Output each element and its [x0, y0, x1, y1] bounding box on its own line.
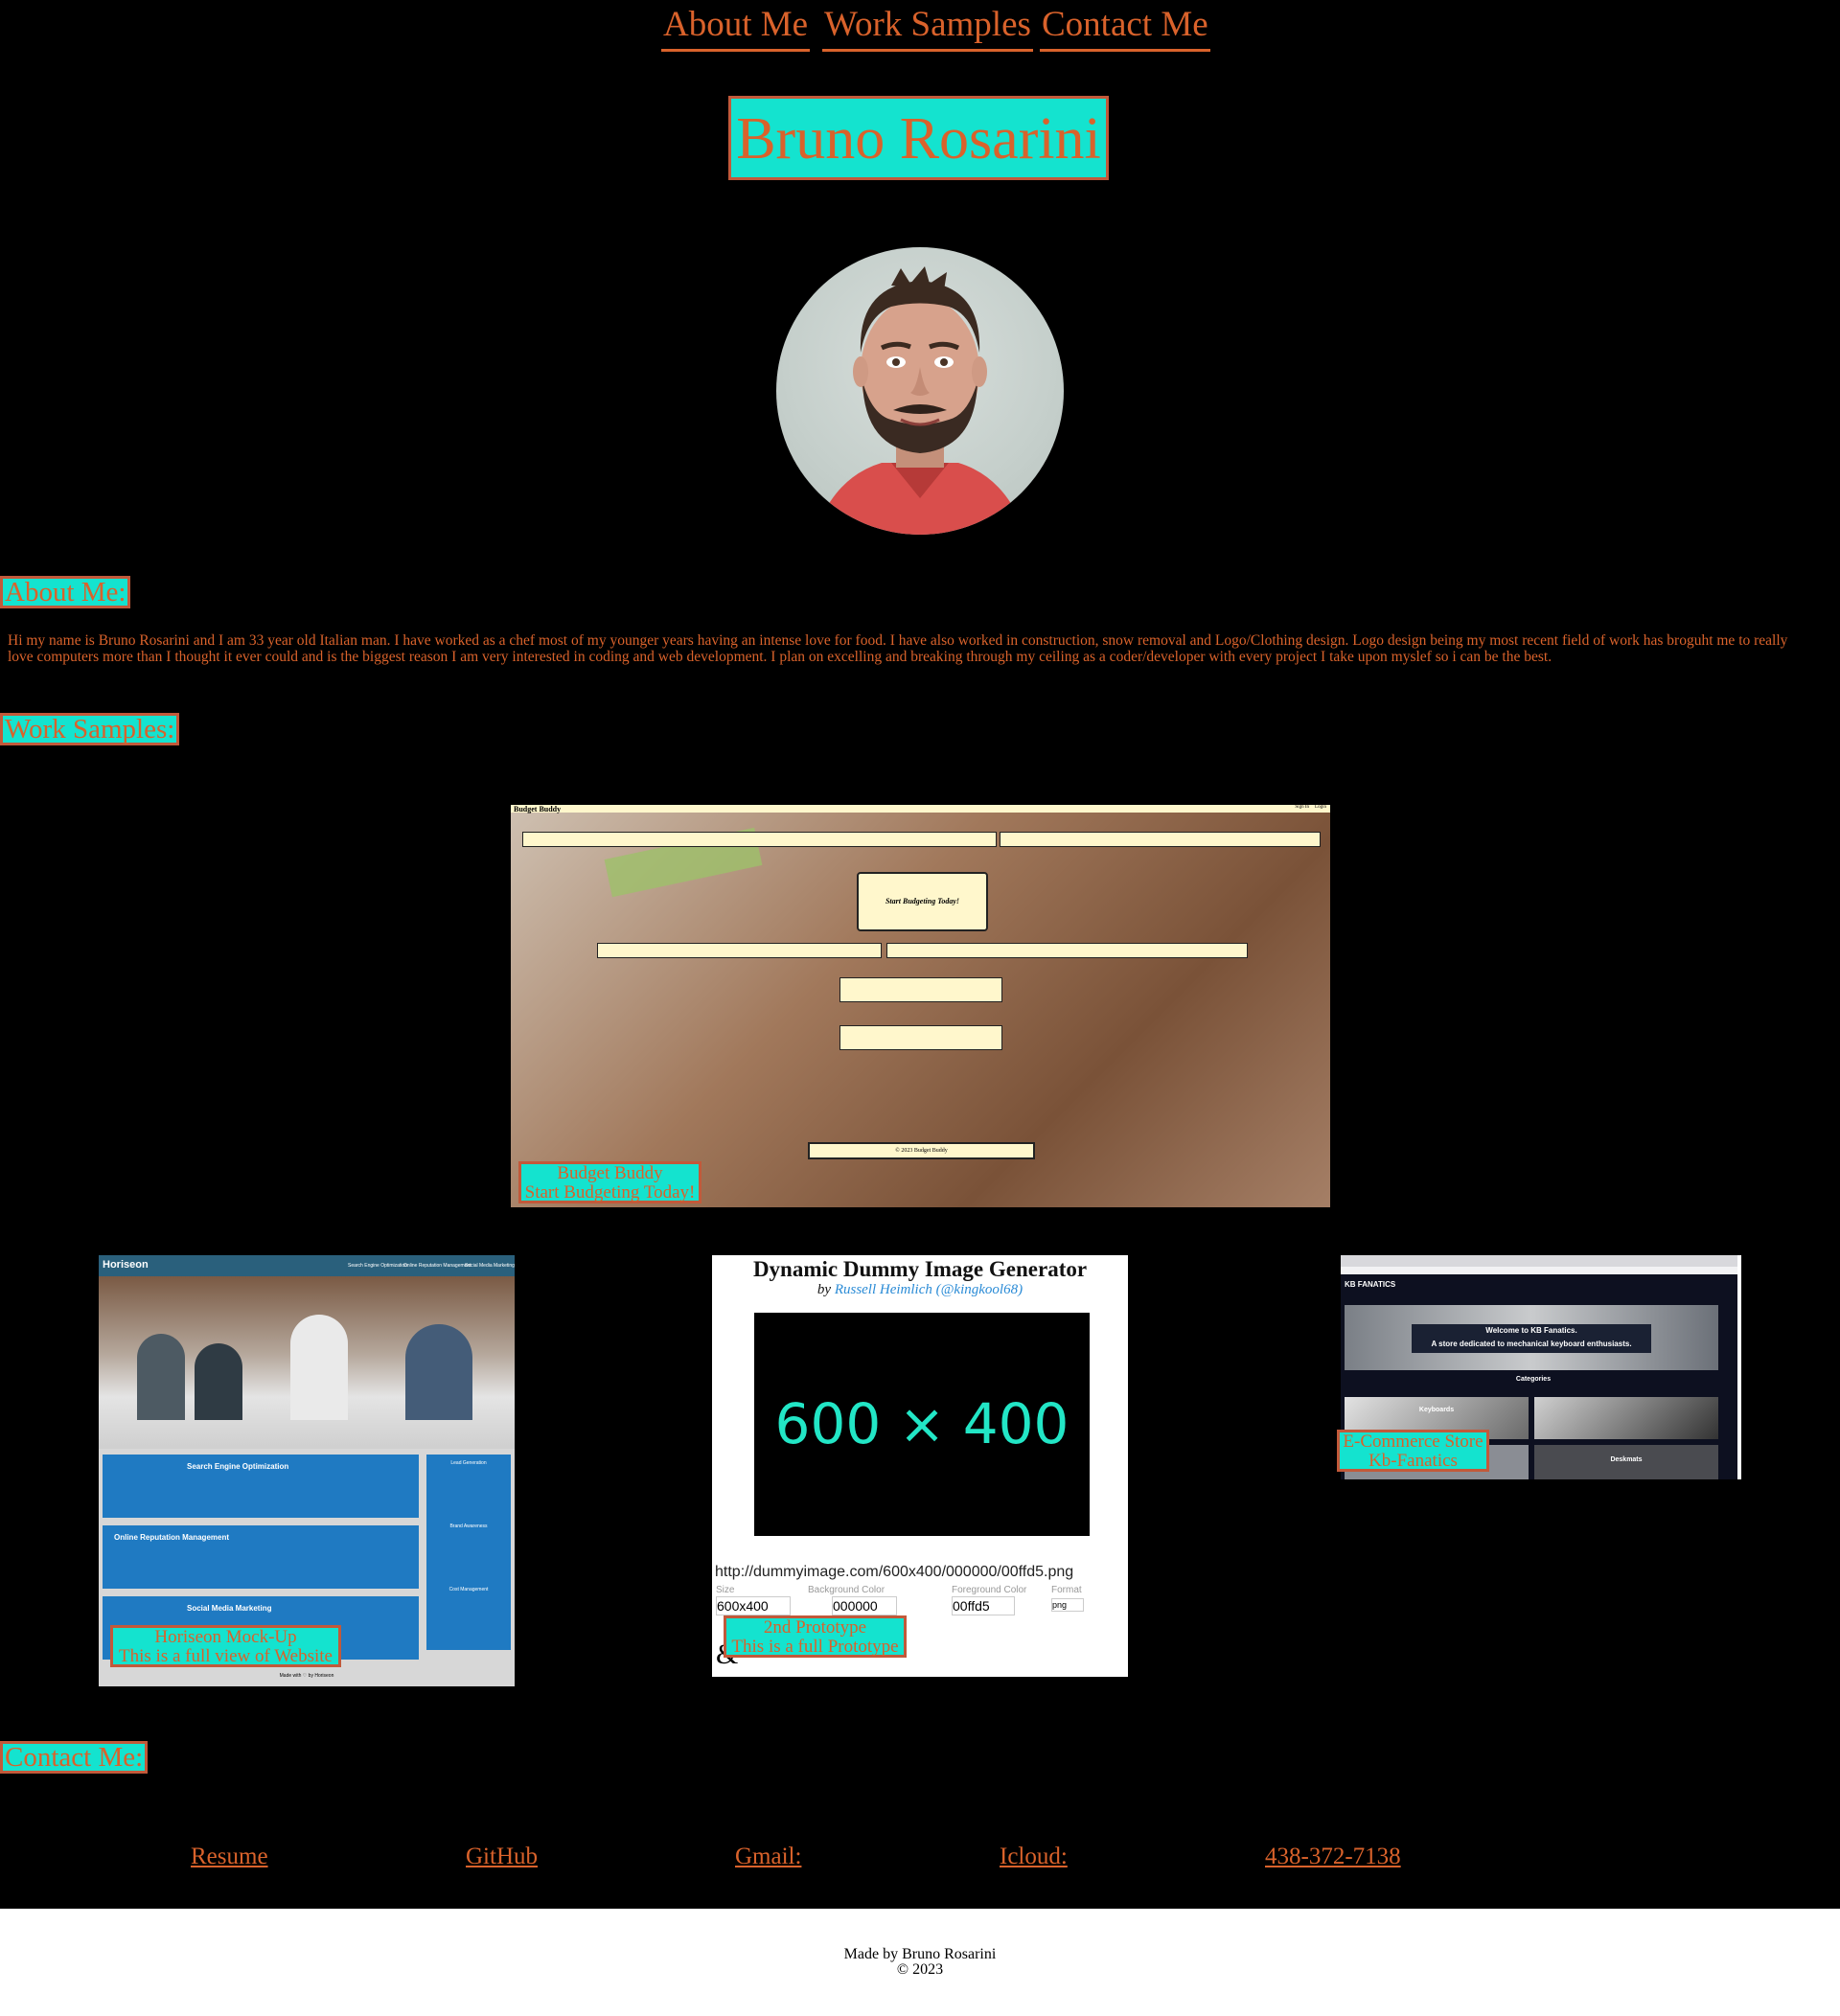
dummy-byline: by Russell Heimlich (@kingkool68): [816, 1282, 1024, 1297]
resume-link[interactable]: Resume: [191, 1844, 268, 1870]
horiseon-nav-3: Social Media Marketing: [465, 1263, 515, 1269]
kb-browser-tabs: [1325, 1255, 1741, 1267]
profile-photo-drawing: [815, 266, 1025, 535]
dummy-preview-image: 600 × 400: [754, 1313, 1090, 1536]
budget-caption-title: Budget Buddy: [557, 1163, 663, 1183]
horiseon-sidebar: Lead Generation Brand Awareness Cost Man…: [426, 1455, 511, 1650]
kb-caption-title: E-Commerce Store: [1343, 1432, 1484, 1452]
budget-box-2: [1000, 832, 1321, 847]
work-heading: Work Samples:: [0, 713, 180, 745]
profile-photo: [776, 247, 1064, 535]
budget-box-5: [840, 977, 1002, 1002]
footer-copyright: © 2023: [896, 1961, 944, 1978]
horiseon-nav-2: Online Reputation Management: [403, 1263, 472, 1269]
dummy-url: http://dummyimage.com/600x400/000000/00f…: [715, 1564, 1074, 1580]
budget-box-3: [597, 943, 882, 958]
kb-categories-title: Categories: [1515, 1376, 1552, 1383]
budget-signin: Sign In: [1295, 805, 1309, 810]
about-heading: About Me:: [0, 576, 131, 608]
kb-browser-url: [1325, 1267, 1741, 1274]
kb-fanatics-card[interactable]: KB FANATICS Welcome to KB Fanatics. A st…: [1325, 1255, 1741, 1479]
budget-buddy-card[interactable]: Budget Buddy Sign In Login Start Budgeti…: [511, 805, 1330, 1207]
kb-logo: KB FANATICS: [1345, 1280, 1396, 1289]
horiseon-section-2: Online Reputation Management: [103, 1525, 419, 1589]
github-link[interactable]: GitHub: [466, 1844, 538, 1870]
dummy-fg-input[interactable]: 00ffd5: [952, 1596, 1015, 1615]
budget-caption: Budget Buddy Start Budgeting Today!: [518, 1161, 702, 1203]
budget-brand: Budget Buddy: [514, 805, 562, 813]
dummy-bg-input[interactable]: 000000: [832, 1596, 897, 1615]
dummy-caption-sub: This is a full Prototype: [731, 1637, 899, 1657]
budget-topbar: [511, 805, 1330, 813]
nav-about-link[interactable]: About Me: [661, 4, 811, 52]
nav-contact-link[interactable]: Contact Me: [1040, 4, 1210, 52]
nav-work-link[interactable]: Work Samples: [822, 4, 1033, 52]
icloud-link[interactable]: Icloud:: [1000, 1844, 1068, 1870]
horiseon-header: Horiseon Search Engine Optimization Onli…: [99, 1255, 515, 1276]
page-title: Bruno Rosarini: [728, 96, 1109, 180]
dummy-author-link[interactable]: Russell Heimlich: [835, 1282, 932, 1297]
kb-caption: E-Commerce Store Kb-Fanatics: [1337, 1430, 1489, 1472]
horiseon-caption-sub: This is a full view of Website: [119, 1646, 333, 1666]
horiseon-hero-image: [99, 1276, 515, 1449]
budget-footer: © 2023 Budget Buddy: [808, 1142, 1035, 1159]
horiseon-nav-1: Search Engine Optimization: [348, 1263, 407, 1269]
kb-category-deskmats[interactable]: Deskmats: [1534, 1445, 1718, 1479]
horiseon-logo: Horiseon: [103, 1259, 149, 1271]
budget-box-4: [886, 943, 1248, 958]
dummy-size-input[interactable]: 600x400: [716, 1596, 791, 1615]
horiseon-caption-title: Horiseon Mock-Up: [154, 1627, 297, 1647]
dummy-caption: 2nd Prototype This is a full Prototype: [724, 1615, 907, 1658]
kb-caption-sub: Kb-Fanatics: [1368, 1451, 1458, 1471]
phone-link[interactable]: 438-372-7138: [1265, 1844, 1401, 1870]
dummy-handle-link[interactable]: (@kingkool68): [936, 1282, 1023, 1297]
horiseon-section-1: Search Engine Optimization: [103, 1455, 419, 1518]
horiseon-footer: Made with ♡ by Horiseon: [279, 1673, 334, 1679]
contact-heading: Contact Me:: [0, 1741, 149, 1774]
budget-login: Login: [1315, 805, 1326, 810]
dummy-image-card[interactable]: Dynamic Dummy Image Generator by Russell…: [712, 1255, 1128, 1677]
horiseon-caption: Horiseon Mock-Up This is a full view of …: [110, 1625, 341, 1667]
kb-category-2[interactable]: [1534, 1397, 1718, 1439]
kb-hero: Welcome to KB Fanatics. A store dedicate…: [1345, 1305, 1718, 1370]
budget-cta-button[interactable]: Start Budgeting Today!: [857, 872, 988, 931]
dummy-format-select[interactable]: png: [1051, 1598, 1084, 1612]
about-text: Hi my name is Bruno Rosarini and I am 33…: [8, 632, 1788, 665]
dummy-title: Dynamic Dummy Image Generator: [752, 1257, 1088, 1281]
footer-credit: Made by Bruno Rosarini: [843, 1946, 997, 1962]
page-footer: Made by Bruno Rosarini © 2023: [0, 1909, 1840, 2016]
gmail-link[interactable]: Gmail:: [735, 1844, 801, 1870]
kb-right-edge: [1737, 1255, 1741, 1479]
dummy-caption-title: 2nd Prototype: [763, 1617, 867, 1638]
budget-box-6: [840, 1025, 1002, 1050]
budget-caption-sub: Start Budgeting Today!: [524, 1182, 696, 1203]
horiseon-card[interactable]: Horiseon Search Engine Optimization Onli…: [99, 1255, 515, 1686]
budget-box-1: [522, 832, 997, 847]
